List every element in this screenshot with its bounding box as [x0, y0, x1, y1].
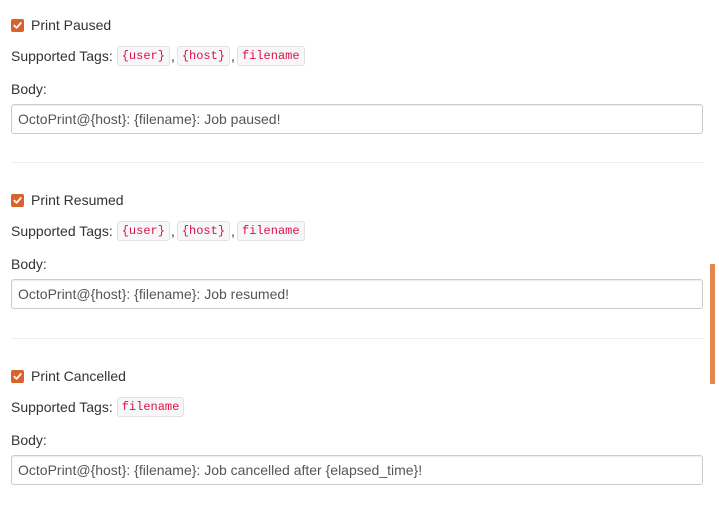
- body-label: Body:: [11, 256, 47, 272]
- tag-separator: ,: [231, 223, 235, 239]
- body-input[interactable]: [11, 104, 703, 134]
- body-input[interactable]: [11, 455, 703, 485]
- tag-separator: ,: [170, 48, 175, 64]
- checkmark-icon: [13, 21, 22, 29]
- print-cancelled-checkbox[interactable]: [11, 369, 24, 383]
- tag-code: filename: [236, 46, 305, 66]
- supported-tags-row: Supported Tags: {user}, {host}, filename: [11, 46, 703, 66]
- supported-tags-label: Supported Tags:: [11, 399, 113, 415]
- tag-separator: ,: [170, 223, 175, 239]
- section-divider: [11, 162, 703, 163]
- checkbox-label[interactable]: Print Resumed: [31, 192, 124, 208]
- tag-code: {host}: [176, 221, 231, 241]
- section-divider: [11, 338, 703, 339]
- body-label: Body:: [11, 81, 47, 97]
- checkmark-icon: [13, 196, 22, 204]
- body-input[interactable]: [11, 279, 703, 309]
- event-section-print-cancelled: Print Cancelled Supported Tags: filename…: [11, 366, 703, 485]
- notification-settings-panel: Print Paused Supported Tags: {user}, {ho…: [0, 0, 719, 506]
- event-section-print-resumed: Print Resumed Supported Tags: {user}, {h…: [11, 190, 703, 309]
- supported-tags-row: Supported Tags: filename: [11, 397, 703, 417]
- tag-code: filename: [116, 397, 185, 417]
- supported-tags-label: Supported Tags:: [11, 223, 113, 239]
- checkmark-icon: [13, 372, 22, 380]
- supported-tags-label: Supported Tags:: [11, 48, 113, 64]
- event-section-print-paused: Print Paused Supported Tags: {user}, {ho…: [11, 15, 703, 134]
- tag-code: {user}: [116, 221, 170, 241]
- scrollbar-thumb[interactable]: [710, 264, 715, 384]
- tag-code: {user}: [116, 46, 170, 66]
- body-label: Body:: [11, 432, 47, 448]
- checkbox-label[interactable]: Print Cancelled: [31, 368, 126, 384]
- supported-tags-row: Supported Tags: {user}, {host}, filename: [11, 221, 703, 241]
- print-paused-checkbox[interactable]: [11, 18, 24, 32]
- checkbox-row: Print Paused: [11, 15, 703, 35]
- tag-separator: ,: [231, 48, 235, 64]
- tag-code: filename: [236, 221, 305, 241]
- print-resumed-checkbox[interactable]: [11, 193, 24, 207]
- checkbox-row: Print Resumed: [11, 190, 703, 210]
- checkbox-label[interactable]: Print Paused: [31, 17, 111, 33]
- tag-code: {host}: [176, 46, 231, 66]
- checkbox-row: Print Cancelled: [11, 366, 703, 386]
